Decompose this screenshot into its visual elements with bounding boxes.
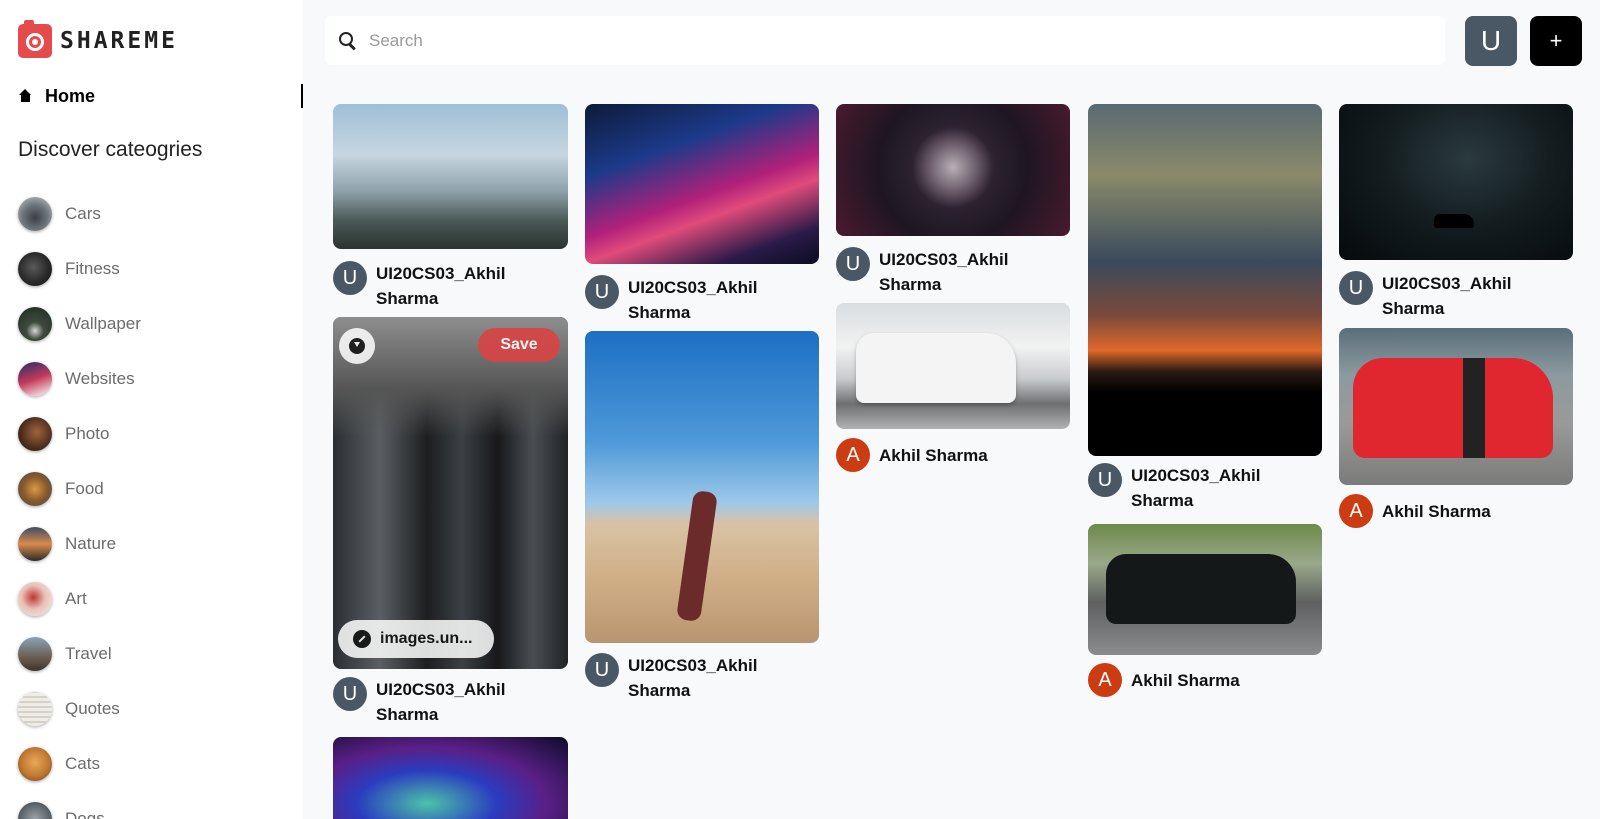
author-name: UI20CS03_Akhil Sharma (628, 656, 758, 700)
author-name: UI20CS03_Akhil Sharma (1131, 466, 1261, 510)
pin-image-nebula[interactable] (333, 737, 568, 819)
download-button[interactable] (339, 328, 375, 364)
category-thumbnail (18, 746, 52, 781)
category-label: Quotes (65, 698, 120, 718)
app-logo[interactable]: SHAREME (18, 20, 178, 58)
category-thumbnail (18, 581, 52, 616)
author-avatar: U (836, 247, 870, 281)
category-item-dogs[interactable]: Dogs (18, 791, 141, 819)
category-label: Wallpaper (65, 313, 141, 333)
pin-author[interactable]: U UI20CS03_Akhil Sharma (1088, 463, 1323, 513)
download-icon (349, 338, 365, 354)
category-label: Cats (65, 753, 100, 773)
category-label: Photo (65, 423, 110, 443)
source-link-label: images.un... (380, 630, 473, 647)
category-thumbnail (18, 196, 52, 231)
category-thumbnail (18, 306, 52, 341)
create-pin-button[interactable]: + (1530, 16, 1582, 66)
pin-author[interactable]: U UI20CS03_Akhil Sharma (1339, 271, 1574, 321)
pin-image-yoga-desert[interactable] (585, 331, 819, 643)
author-name: UI20CS03_Akhil Sharma (1382, 274, 1512, 318)
category-item-travel[interactable]: Travel (18, 626, 141, 681)
active-indicator (301, 84, 303, 108)
user-avatar-button[interactable]: U (1465, 16, 1517, 66)
author-avatar: U (333, 261, 367, 295)
category-thumbnail (18, 416, 52, 451)
category-label: Nature (65, 533, 117, 553)
category-item-art[interactable]: Art (18, 571, 141, 626)
category-thumbnail (18, 801, 52, 819)
category-item-nature[interactable]: Nature (18, 516, 141, 571)
pin-image-starry-night[interactable] (1339, 104, 1573, 260)
pin-author[interactable]: U UI20CS03_Akhil Sharma (333, 261, 568, 311)
author-avatar: U (333, 677, 367, 711)
pin-author[interactable]: U UI20CS03_Akhil Sharma (836, 247, 1071, 297)
pin-author[interactable]: U UI20CS03_Akhil Sharma (333, 677, 568, 727)
source-link[interactable]: images.un... (338, 620, 494, 658)
author-avatar: A (1339, 494, 1373, 528)
category-list: Cars Fitness Wallpaper Websites Photo Fo… (18, 186, 141, 819)
author-avatar: U (585, 653, 619, 687)
category-thumbnail (18, 251, 52, 286)
nav-home-label: Home (45, 85, 96, 106)
author-name: UI20CS03_Akhil Sharma (879, 250, 1009, 294)
pin-image-glass-sphere[interactable] (836, 104, 1070, 236)
pin-image-mountains[interactable] (333, 104, 568, 249)
category-label: Food (65, 478, 104, 498)
category-label: Art (65, 588, 87, 608)
author-name: UI20CS03_Akhil Sharma (628, 278, 758, 322)
category-item-food[interactable]: Food (18, 461, 141, 516)
category-item-websites[interactable]: Websites (18, 351, 141, 406)
author-avatar: U (1088, 463, 1122, 497)
author-avatar: U (585, 275, 619, 309)
category-thumbnail (18, 526, 52, 561)
category-item-wallpaper[interactable]: Wallpaper (18, 296, 141, 351)
author-avatar: A (1088, 663, 1122, 697)
author-name: UI20CS03_Akhil Sharma (376, 264, 506, 308)
pin-image-city-night[interactable] (585, 104, 819, 264)
category-item-cats[interactable]: Cats (18, 736, 141, 791)
pin-author[interactable]: A Akhil Sharma (1339, 494, 1574, 528)
category-label: Websites (65, 368, 135, 388)
category-thumbnail (18, 636, 52, 671)
app-name: SHAREME (60, 28, 178, 54)
category-label: Fitness (65, 258, 120, 278)
category-thumbnail (18, 471, 52, 506)
author-name: Akhil Sharma (879, 445, 988, 465)
search-input[interactable] (369, 30, 1409, 51)
author-avatar: A (836, 438, 870, 472)
pin-image-sunset[interactable] (1088, 104, 1322, 456)
home-icon (18, 89, 33, 103)
category-thumbnail (18, 691, 52, 726)
search-bar[interactable] (325, 16, 1445, 65)
pin-author[interactable]: A Akhil Sharma (836, 438, 1071, 472)
discover-heading: Discover cateogries (18, 138, 203, 161)
category-label: Cars (65, 203, 101, 223)
pin-image-black-mustang[interactable] (1088, 524, 1322, 655)
sidebar: SHAREME Home Discover cateogries Cars Fi… (0, 0, 303, 819)
category-item-cars[interactable]: Cars (18, 186, 141, 241)
pin-author[interactable]: U UI20CS03_Akhil Sharma (585, 653, 820, 703)
pin-image-red-mustang[interactable] (1339, 328, 1573, 485)
category-thumbnail (18, 361, 52, 396)
pin-author[interactable]: A Akhil Sharma (1088, 663, 1323, 697)
author-name: Akhil Sharma (1382, 501, 1491, 521)
pin-author[interactable]: U UI20CS03_Akhil Sharma (585, 275, 820, 325)
author-name: UI20CS03_Akhil Sharma (376, 680, 506, 724)
save-button[interactable]: Save (478, 328, 560, 362)
pin-image-white-suv[interactable] (836, 303, 1070, 429)
category-label: Travel (65, 643, 112, 663)
author-avatar: U (1339, 271, 1373, 305)
search-icon (339, 31, 357, 50)
camera-logo-icon (18, 20, 52, 58)
category-item-fitness[interactable]: Fitness (18, 241, 141, 296)
pin-image-gym[interactable] (333, 317, 568, 669)
category-label: Dogs (65, 808, 105, 819)
external-link-icon (353, 630, 371, 648)
category-item-photo[interactable]: Photo (18, 406, 141, 461)
nav-home[interactable]: Home (18, 84, 303, 108)
author-name: Akhil Sharma (1131, 670, 1240, 690)
category-item-quotes[interactable]: Quotes (18, 681, 141, 736)
